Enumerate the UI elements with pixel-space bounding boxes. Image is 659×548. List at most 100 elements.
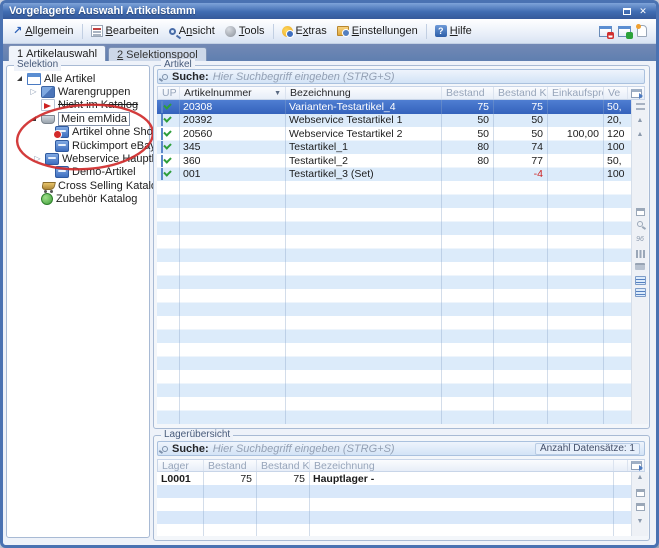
menu-einstellungen[interactable]: Einstellungen xyxy=(332,23,423,39)
cell-ve: 120 xyxy=(603,128,631,140)
tree-item-artikel-ohne-shop-kategorie[interactable]: Artikel ohne Shop-Kategorie xyxy=(9,126,147,139)
menu-hilfe[interactable]: ? Hilfe xyxy=(430,23,477,39)
cell-bestand-kalk: 77 xyxy=(493,155,547,167)
grid-line xyxy=(256,472,257,536)
not-in-catalog-icon xyxy=(41,99,55,111)
tree-item-rueckimport-ebay[interactable]: Rückimport eBay xyxy=(9,139,147,152)
menu-ansicht[interactable]: Ansicht xyxy=(164,23,220,39)
tools-icon xyxy=(225,26,236,37)
col-bestand-kalk[interactable]: Bestand Kalk.. xyxy=(494,87,548,99)
tree-item-warengruppen[interactable]: ▷ Warengruppen xyxy=(9,85,147,98)
grid-line xyxy=(547,100,548,424)
tree-item-zubehoer-katalog[interactable]: Zubehör Katalog xyxy=(9,193,147,206)
restore-button[interactable] xyxy=(620,5,634,17)
tab-label: Artikelauswahl xyxy=(26,48,97,60)
table-row[interactable]: 001 Testartikel_3 (Set) -4 100 xyxy=(157,168,631,182)
cell-ve: 50, xyxy=(603,101,631,113)
column-chooser-button[interactable] xyxy=(628,461,644,470)
menu-allgemein[interactable]: ↗ Allgemein xyxy=(8,23,79,39)
category-icon xyxy=(55,140,69,152)
tree-expanded-icon[interactable] xyxy=(31,116,36,121)
search-icon xyxy=(162,74,168,80)
tree-item-label: Cross Selling Katalog xyxy=(58,180,163,192)
cell-artikelnummer: 20560 xyxy=(179,128,285,140)
article-status-icon xyxy=(161,155,163,167)
cell-bezeichnung: Hauptlager - xyxy=(309,473,613,485)
zoom-badge-icon[interactable]: 96 xyxy=(632,236,648,243)
scroll-down-icon[interactable]: ▼ xyxy=(632,518,648,526)
grid-line xyxy=(603,100,604,424)
tree-item-webservice-hauptkategorie[interactable]: ▷ Webservice Hauptkategorie xyxy=(9,152,147,165)
scroll-up2-icon[interactable]: ▲ xyxy=(632,131,648,139)
table-row[interactable]: 20308 Varianten-Testartikel_4 75 75 50, xyxy=(157,100,631,114)
tree-item-alle-artikel[interactable]: Alle Artikel xyxy=(9,72,147,85)
record-count: Anzahl Datensätze: 1 xyxy=(535,443,640,455)
menu-extras[interactable]: Extras xyxy=(277,23,332,39)
col-artikelnummer[interactable]: Artikelnummer▼ xyxy=(180,87,286,99)
category-icon xyxy=(55,166,69,178)
col-bezeichnung[interactable]: Bezeichnung xyxy=(286,87,442,99)
close-button[interactable]: ✕ xyxy=(636,5,650,17)
col-bestand-kalk[interactable]: Bestand Kalk. xyxy=(257,460,310,471)
card-view-icon[interactable] xyxy=(632,489,648,497)
artikel-panel: Artikel Suche: Hier Suchbegriff eingeben… xyxy=(153,65,650,429)
collapse-rows-icon[interactable] xyxy=(632,103,648,110)
col-bezeichnung[interactable]: Bezeichnung xyxy=(310,460,614,471)
col-bestand[interactable]: Bestand xyxy=(204,460,257,471)
tree-item-nicht-im-katalog[interactable]: Nicht im Katalog xyxy=(9,99,147,112)
tree-item-cross-selling-katalog[interactable]: Cross Selling Katalog xyxy=(9,179,147,192)
lager-search-bar[interactable]: Suche: Hier Suchbegriff eingeben (STRG+S… xyxy=(157,441,645,456)
col-bestand[interactable]: Bestand xyxy=(442,87,494,99)
table-row[interactable]: L0001 75 75 Hauptlager - xyxy=(157,472,631,485)
print-icon[interactable] xyxy=(632,263,648,270)
col-up[interactable]: UP xyxy=(158,87,180,99)
artikel-table-body: 20308 Varianten-Testartikel_4 75 75 50, … xyxy=(157,100,631,424)
card-view-icon[interactable] xyxy=(632,208,648,216)
cell-bestand-kalk: -4 xyxy=(493,168,547,180)
grid-line xyxy=(441,100,442,424)
tree-item-label: Nicht im Katalog xyxy=(58,99,138,111)
list-view-icon[interactable] xyxy=(632,276,648,285)
column-chooser-button[interactable] xyxy=(628,89,644,98)
remove-from-selection-icon[interactable] xyxy=(599,26,612,37)
titlebar[interactable]: Vorgelagerte Auswahl Artikelstamm ✕ xyxy=(3,3,656,19)
cell-lager: L0001 xyxy=(157,473,203,485)
tree-item-label: Demo-Artikel xyxy=(72,166,136,178)
tree-item-demo-artikel[interactable]: Demo-Artikel xyxy=(9,166,147,179)
cell-bestand: 80 xyxy=(441,155,493,167)
column-chooser-icon xyxy=(631,89,642,98)
menu-allgemein-label: Allgemein xyxy=(25,25,73,37)
scroll-up-icon[interactable]: ▲ xyxy=(632,474,648,482)
tab-number: 1 xyxy=(17,48,23,60)
menu-bearbeiten[interactable]: Bearbeiten xyxy=(86,23,164,39)
selektion-tree: Alle Artikel ▷ Warengruppen Nicht im Kat… xyxy=(9,72,147,206)
tree-item-mein-emmida[interactable]: Mein emMida xyxy=(9,112,147,125)
table-row[interactable]: 20392 Webservice Testartikel 1 50 50 20, xyxy=(157,114,631,128)
tree-expanded-icon[interactable] xyxy=(17,76,22,81)
tree-collapsed-icon[interactable]: ▷ xyxy=(30,88,36,96)
grid-view-icon[interactable] xyxy=(632,288,648,297)
detail-view-icon[interactable] xyxy=(632,503,648,511)
table-row[interactable]: 20560 Webservice Testartikel 2 50 50 100… xyxy=(157,127,631,141)
artikel-search-bar[interactable]: Suche: Hier Suchbegriff eingeben (STRG+S… xyxy=(157,69,645,84)
col-lager[interactable]: Lager xyxy=(158,460,204,471)
toolbar-separator xyxy=(426,24,427,39)
table-row[interactable]: 345 Testartikel_1 80 74 100 xyxy=(157,141,631,155)
col-ve[interactable]: Ve xyxy=(604,87,628,99)
add-to-selection-icon[interactable] xyxy=(618,26,631,37)
chart-icon[interactable] xyxy=(632,250,648,258)
tab-page-artikelauswahl: Selektion Alle Artikel ▷ Warengruppen Ni… xyxy=(3,61,656,545)
tree-collapsed-icon[interactable]: ▷ xyxy=(34,155,40,163)
grid-line xyxy=(179,100,180,424)
table-row[interactable]: 360 Testartikel_2 80 77 50, xyxy=(157,154,631,168)
col-spacer xyxy=(614,460,628,471)
cell-artikelnummer: 20392 xyxy=(179,114,285,126)
selektion-panel: Selektion Alle Artikel ▷ Warengruppen Ni… xyxy=(6,65,150,538)
scroll-up-icon[interactable]: ▲ xyxy=(632,117,648,125)
menu-tools[interactable]: Tools xyxy=(220,23,270,39)
search-detail-icon[interactable] xyxy=(632,221,648,227)
col-einkaufspreis[interactable]: Einkaufspreis xyxy=(548,87,604,99)
new-document-icon[interactable] xyxy=(637,25,647,37)
help-icon: ? xyxy=(435,25,447,37)
article-status-icon xyxy=(161,101,163,113)
